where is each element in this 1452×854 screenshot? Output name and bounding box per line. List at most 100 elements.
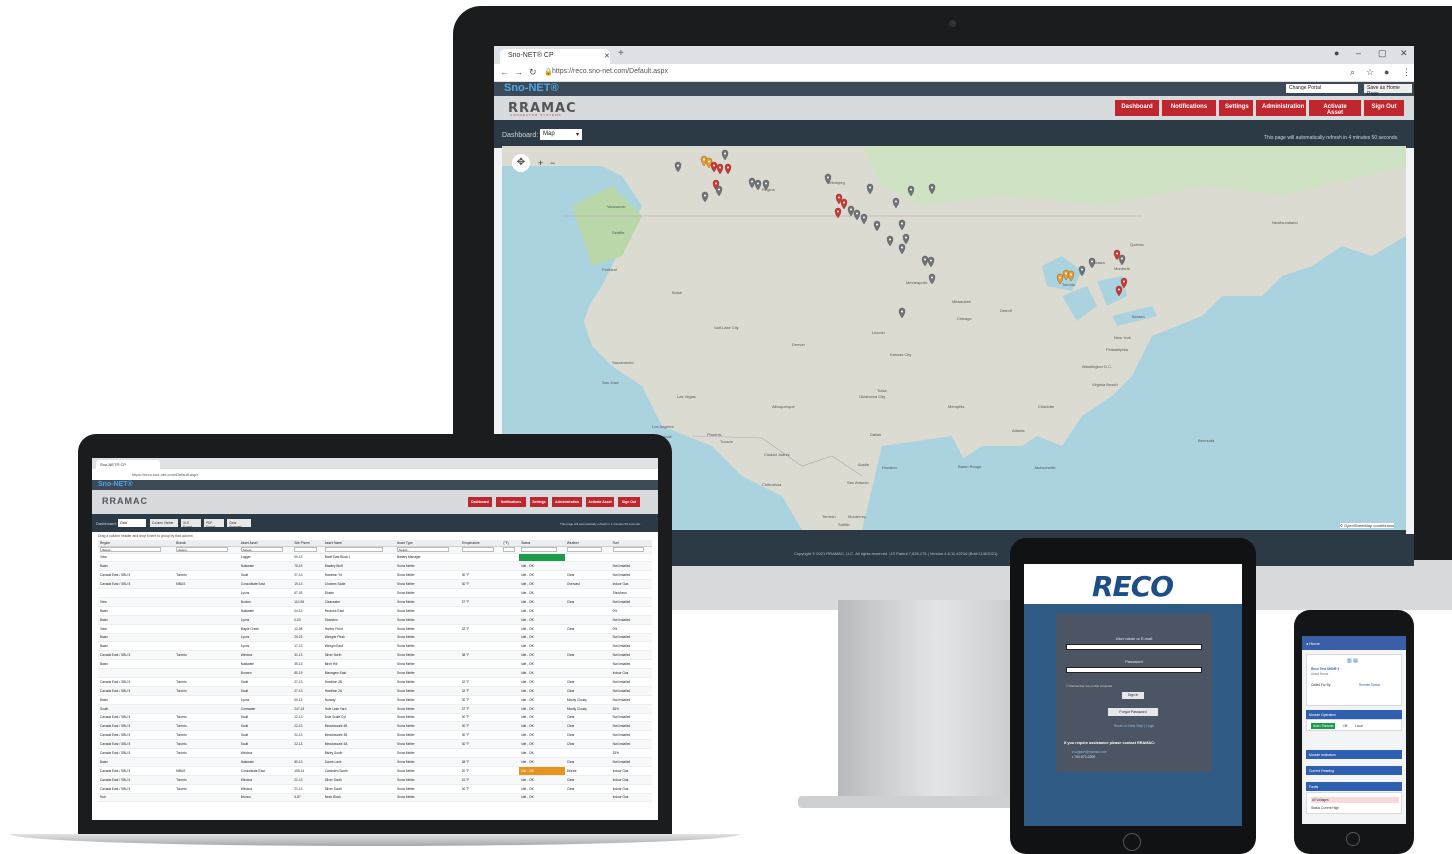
- module-operation-section[interactable]: Module Operation: [1306, 710, 1402, 719]
- remember-me-checkbox[interactable]: ☐ Remember me on this computer: [1066, 684, 1112, 688]
- table-row[interactable]: Basin Nakiwate 75-19 Bradley Bluff Snow Melt…: [98, 561, 652, 572]
- back-icon[interactable]: ←: [500, 67, 509, 77]
- clear-grouped-button[interactable]: Clear Grouped: [227, 519, 251, 529]
- grid-filter-input[interactable]: [612, 547, 645, 552]
- search-icon[interactable]: ⌕: [1350, 67, 1355, 78]
- laptop-nav-settings[interactable]: Settings: [530, 497, 548, 507]
- grid-filter-input[interactable]: [461, 547, 494, 552]
- laptop-nav-sign-out[interactable]: Sign Out: [618, 497, 640, 507]
- phone-home-button[interactable]: [1346, 832, 1360, 846]
- nav-administration[interactable]: Administration: [1256, 100, 1306, 116]
- table-row[interactable]: South Cornwater 247-15 Hole Lake Yard Snow M…: [98, 704, 652, 714]
- new-tab-icon[interactable]: +: [618, 48, 624, 59]
- close-window-icon[interactable]: ✕: [1400, 48, 1408, 59]
- laptop-dashboard-select[interactable]: Grid: [118, 519, 146, 527]
- reload-icon[interactable]: ↻: [529, 67, 537, 78]
- table-row[interactable]: Canada East / SBU 5 MBUS Consolidate East 1…: [98, 766, 652, 776]
- forgot-password-button[interactable]: Forgot Password: [1108, 708, 1158, 716]
- laptop-nav-activate-asset[interactable]: Activate Asset: [586, 497, 614, 507]
- account-circle-icon[interactable]: ●: [1334, 48, 1339, 58]
- table-row[interactable]: Canada East / SBU 5 Toronto Sault 27-13 Hami…: [98, 677, 652, 687]
- table-row[interactable]: View Logger 00-13 Banff East Block 1 Battery…: [98, 553, 652, 563]
- save-home-button[interactable]: Save as Home Page: [1364, 84, 1412, 97]
- browser-tab[interactable]: Sno-NET® CP ✕: [500, 49, 610, 64]
- sign-in-button[interactable]: Sign In: [1122, 692, 1144, 699]
- column-visible-button[interactable]: Column Visible: [150, 519, 178, 527]
- minimize-icon[interactable]: –: [1356, 48, 1361, 58]
- table-row[interactable]: Canada East / SBU 5 Toronto Windsor Bisley …: [98, 748, 652, 758]
- table-row[interactable]: Canada East / SBU 5 Toronto Sault 22-13 Mead…: [98, 721, 652, 732]
- table-row[interactable]: Basin Nakiwate 35-13 Birch Hill Snow Melter I…: [98, 659, 652, 670]
- pdf-export-button[interactable]: PDF Export: [204, 519, 224, 529]
- table-cell: Lyons: [238, 695, 293, 705]
- laptop-url[interactable]: https://reco.sno-net.com/Default.aspx: [92, 469, 658, 480]
- maximize-icon[interactable]: ▢: [1378, 48, 1387, 59]
- local-button[interactable]: Local: [1355, 724, 1363, 728]
- laptop-nav-administration[interactable]: Administration: [552, 497, 582, 507]
- zoom-out-icon[interactable]: −: [550, 158, 555, 168]
- table-row[interactable]: Basin Nakiwate 04-13 Redrock East Snow Melte…: [98, 606, 652, 616]
- close-tab-icon[interactable]: ✕: [604, 52, 610, 60]
- laptop-nav-notifications[interactable]: Notifications: [496, 497, 526, 507]
- table-row[interactable]: View Maple Creek 12-08 Harbor Point Snow Mel…: [98, 624, 652, 634]
- nav-notifications[interactable]: Notifications: [1162, 100, 1216, 116]
- zoom-in-icon[interactable]: +: [538, 158, 543, 168]
- current-reading-section[interactable]: Current Reading: [1306, 766, 1402, 775]
- xls-export-button[interactable]: XLS Export: [181, 519, 201, 529]
- profile-icon[interactable]: ●: [1384, 67, 1389, 77]
- password-input[interactable]: [1066, 667, 1202, 673]
- laptop-browser-tab[interactable]: Sno-NET® CP: [96, 460, 160, 469]
- table-row[interactable]: Basin Lyons 17-13 Weegin East Snow Melter Idl…: [98, 641, 652, 652]
- table-row[interactable]: Canada East / SBU 5 Toronto Sault 27-13 Hami…: [98, 686, 652, 696]
- table-row[interactable]: Canada East / SBU 5 Toronto Sault 27-13 Hami…: [98, 570, 652, 581]
- dashboard-select[interactable]: Map ▾: [540, 129, 582, 140]
- grid-filter-input[interactable]: -Select-: [240, 547, 283, 552]
- contact-email[interactable]: support@rramac.com: [1074, 750, 1107, 754]
- url-text[interactable]: https://reco.sno-net.com/Default.aspx: [552, 68, 668, 75]
- reset-link[interactable]: Reset on Next Step | Login: [1056, 724, 1212, 728]
- laptop-nav-dashboard[interactable]: Dashboard: [468, 497, 492, 507]
- table-row[interactable]: Canada East / SBU 5 Toronto Windsor 31-13 Si…: [98, 650, 652, 661]
- table-row[interactable]: Canada East / SBU 5 MBUS Consolidate East 1…: [98, 579, 652, 590]
- grid-filter-input[interactable]: -Select-: [397, 547, 449, 552]
- pan-control-icon[interactable]: ✥: [512, 154, 530, 172]
- grid-filter-input[interactable]: -Select-: [100, 547, 162, 552]
- nav-activate-asset[interactable]: Activate Asset: [1309, 100, 1361, 116]
- table-row[interactable]: Canada East / SBU 5 Toronto Windsor 21-13 Si…: [98, 784, 652, 794]
- table-row[interactable]: Canada East / SBU 5 Toronto Windsor 21-13 Si…: [98, 775, 652, 785]
- tablet-home-button[interactable]: [1123, 833, 1141, 851]
- nav-dashboard[interactable]: Dashboard: [1115, 100, 1159, 116]
- change-portal-select[interactable]: Change Portal: [1286, 84, 1358, 93]
- module-indicators-section[interactable]: Module Indicators: [1306, 750, 1402, 759]
- table-row[interactable]: Basin Nakiwate 80-13 Zones Lane Snow Melter 3…: [98, 757, 652, 767]
- nav-sign-out[interactable]: Sign Out: [1364, 100, 1404, 116]
- table-row[interactable]: View Bunton 110-98 Clearwater Snow Melter 37 …: [98, 597, 652, 607]
- table-row[interactable]: Bunzen 80-19 Managem East Snow Melter Idle -…: [98, 668, 652, 678]
- table-cell: Clear: [564, 784, 611, 794]
- table-row[interactable]: Basin Lyons 25-23 Weegier Peak Snow Melter Id…: [98, 633, 652, 643]
- nav-settings[interactable]: Settings: [1219, 100, 1253, 116]
- forward-icon[interactable]: →: [514, 67, 523, 77]
- auto-remote-button[interactable]: Auto / Remote: [1311, 723, 1336, 729]
- chart-icon[interactable]: ▥ ▤: [1347, 658, 1358, 664]
- table-row[interactable]: Hub Bronco 5-87 Nesh Block Snow Melter Idle -…: [98, 793, 652, 803]
- table-row[interactable]: Canada East / SBU 5 Toronto Sault 22-13 Mead…: [98, 739, 652, 750]
- menu-dots-icon[interactable]: ⋮: [1402, 67, 1411, 78]
- map-attribution[interactable]: © OpenStreetMap contributors: [1340, 523, 1395, 528]
- grid-filter-input[interactable]: [294, 547, 317, 552]
- table-cell: 37 °F: [459, 597, 502, 607]
- grid-filter-input[interactable]: -Select-: [176, 547, 228, 552]
- table-row[interactable]: Canada East / SBU 5 Toronto Sault 22-13 Mead…: [98, 730, 652, 741]
- grid-filter-input[interactable]: [521, 547, 557, 552]
- star-icon[interactable]: ☆: [1366, 67, 1374, 78]
- grid-filter-input[interactable]: [566, 547, 603, 552]
- table-row[interactable]: Canada East / SBU 5 Toronto Sault 12-13 Dole…: [98, 713, 652, 723]
- table-row[interactable]: Basin Lyons 00-13 Norway Snow Melter 30 °F Idl…: [98, 695, 652, 705]
- grid-filter-input[interactable]: [503, 547, 516, 552]
- grid-filter-input[interactable]: [324, 547, 383, 552]
- faults-section[interactable]: Faults: [1306, 782, 1402, 791]
- off-button[interactable]: Off: [1343, 724, 1347, 728]
- table-row[interactable]: Lyons 67-03 Dhaim Snow Melter Idle - OK Shutd…: [98, 588, 652, 598]
- table-row[interactable]: Basin Lyons 0-03 Stranden Snow Melter Idle - …: [98, 615, 652, 625]
- username-input[interactable]: [1066, 644, 1202, 650]
